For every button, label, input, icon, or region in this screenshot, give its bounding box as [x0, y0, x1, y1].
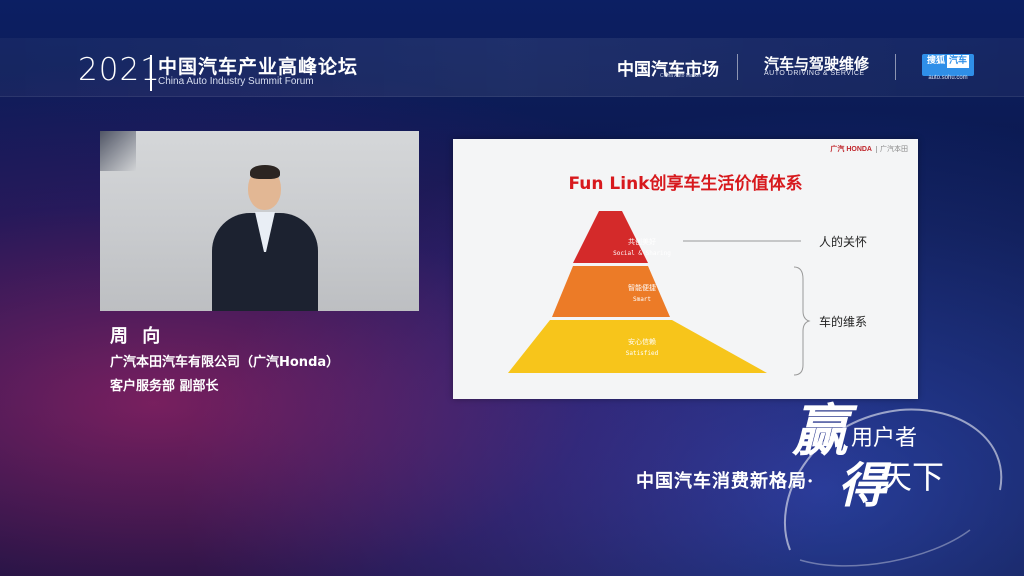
tagline-world: 天下 [880, 458, 945, 496]
partner-logo-sohu-auto: 搜狐 汽车 [922, 54, 974, 76]
pyramid-level-bottom-en: Satisfied [626, 350, 659, 357]
speaker-name: 周 向 [110, 326, 165, 347]
bracket [793, 266, 811, 376]
value-pyramid-diagram: 共创美好 Social & Sharing 智能便捷 Smart 安心信赖 Sa… [508, 211, 867, 376]
side-label-top: 人的关怀 [819, 234, 867, 249]
pyramid-level-bottom [508, 320, 767, 373]
speaker-hair [250, 165, 280, 179]
logo-divider [737, 54, 738, 80]
tagline-glyph-gain: 得 [838, 458, 887, 514]
partner-logo-auto-driving-sub: AUTO DRIVING & SERVICE [764, 70, 865, 77]
pyramid-level-top-en: Social & Sharing [613, 250, 671, 257]
speaker-company: 广汽本田汽车有限公司（广汽Honda） [110, 355, 340, 370]
tagline-main: 中国汽车消费新格局· [636, 471, 815, 492]
pyramid-level-middle-cn: 智能便捷 [628, 283, 656, 292]
sohu-auto-logo-text: 汽车 [947, 55, 970, 68]
pyramid-level-middle-en: Smart [633, 296, 651, 303]
event-year: 2021 [78, 52, 161, 88]
swirl-line [799, 529, 971, 567]
side-label-bottom: 车的维系 [819, 314, 867, 329]
forum-title: 中国汽车产业高峰论坛 [158, 56, 359, 78]
video-background-decor [100, 131, 136, 171]
partner-logo-china-auto-market-sub: China Auto Market [660, 73, 702, 79]
partner-logo-sohu-url: auto.sohu.com [928, 75, 968, 81]
logo-divider [895, 54, 896, 80]
speaker-title: 客户服务部 副部长 [110, 379, 219, 394]
sohu-logo-text: 搜狐 [926, 56, 945, 66]
forum-subtitle: China Auto Industry Summit Forum [158, 76, 314, 87]
pyramid-level-top-cn: 共创美好 [628, 237, 656, 246]
pyramid-level-bottom-cn: 安心信赖 [628, 337, 656, 346]
tagline-user: 用户者 [851, 426, 918, 451]
presentation-slide: 广汽 HONDA 广汽本田 Fun Link创享车生活价值体系 共创美好 Soci… [453, 139, 918, 399]
year-divider [150, 55, 152, 91]
